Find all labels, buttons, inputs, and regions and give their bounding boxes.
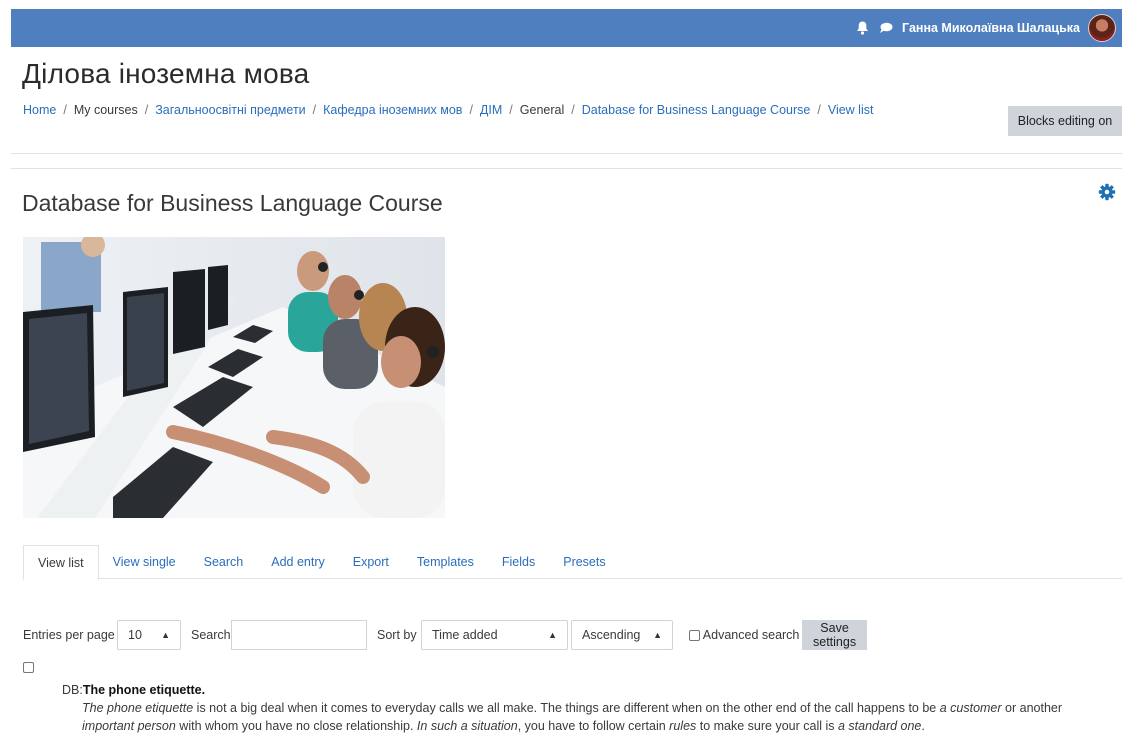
blocks-editing-button[interactable]: Blocks editing on — [1008, 106, 1122, 136]
search-input[interactable] — [231, 620, 367, 650]
chat-icon[interactable] — [878, 20, 894, 36]
entry-select-checkbox[interactable] — [23, 662, 34, 673]
tab-bar: View list View single Search Add entry Expor… — [23, 545, 1122, 580]
tab-add-entry[interactable]: Add entry — [257, 545, 339, 579]
entry-text-segment: with whom you have no close relationship… — [175, 719, 417, 733]
advanced-search-label: Advanced search — [702, 628, 800, 642]
chevron-updown-icon: ▲︎ — [653, 630, 662, 640]
tab-templates[interactable]: Templates — [403, 545, 488, 579]
tab-search[interactable]: Search — [190, 545, 258, 579]
avatar[interactable] — [1088, 14, 1116, 42]
entry-text-segment: The phone etiquette — [82, 701, 194, 715]
entry-text-segment: a customer — [939, 701, 1002, 715]
user-menu-area: Ганна Миколаївна Шалацька — [854, 13, 1116, 43]
breadcrumb-item[interactable]: ДІМ — [480, 103, 502, 117]
bell-icon[interactable] — [854, 20, 870, 36]
order-value: Ascending — [582, 628, 641, 642]
chevron-updown-icon: ▲︎ — [161, 630, 170, 640]
breadcrumb-item[interactable]: Database for Business Language Course — [582, 103, 811, 117]
tab-view-single[interactable]: View single — [99, 545, 190, 579]
save-settings-button[interactable]: Save settings — [802, 620, 868, 650]
search-label: Search — [191, 628, 231, 642]
breadcrumb-item[interactable]: View list — [828, 103, 874, 117]
tab-view-list[interactable]: View list — [23, 545, 99, 580]
entries-per-page-select[interactable]: 10 ▲︎ — [117, 620, 181, 650]
entry-text-segment: , you have to follow certain — [517, 719, 670, 733]
entry-content: The phone etiquette is not a big deal wh… — [62, 699, 1102, 733]
entry-text-segment: rules — [669, 719, 697, 733]
entry-text-segment: important person — [82, 719, 176, 733]
entry-text-segment: In such a situation — [416, 719, 518, 733]
tab-fields[interactable]: Fields — [488, 545, 549, 579]
sort-by-select[interactable]: Time added ▲︎ — [421, 620, 568, 650]
divider — [11, 153, 1122, 154]
entry-text-segment: or another — [1001, 701, 1063, 715]
breadcrumb-separator: / — [509, 103, 513, 117]
entries-per-page-value: 10 — [128, 628, 142, 642]
entry-text-segment: . — [921, 719, 925, 733]
user-name[interactable]: Ганна Миколаївна Шалацька — [902, 21, 1080, 35]
entry-title: The phone etiquette. — [82, 683, 206, 697]
breadcrumb: Home / My courses / Загальноосвітні предмети… — [23, 103, 873, 117]
breadcrumb-separator: / — [469, 103, 473, 117]
entries-per-page-label: Entries per page — [23, 628, 115, 642]
tab-presets[interactable]: Presets — [549, 545, 619, 579]
entry-text-segment: is not a big deal when it comes to every… — [193, 701, 940, 715]
breadcrumb-separator: / — [571, 103, 575, 117]
breadcrumb-separator: / — [817, 103, 821, 117]
entry-text-segment: to make sure your call is — [696, 719, 838, 733]
breadcrumb-item[interactable]: Кафедра іноземних мов — [323, 103, 462, 117]
gear-icon[interactable] — [1098, 183, 1116, 201]
order-select[interactable]: Ascending ▲︎ — [571, 620, 673, 650]
sort-by-label: Sort by — [377, 628, 417, 642]
breadcrumb-item[interactable]: Home — [23, 103, 56, 117]
divider — [11, 168, 1122, 169]
entry-db-prefix: DB: — [62, 683, 83, 697]
breadcrumb-separator: / — [312, 103, 317, 117]
breadcrumb-item[interactable]: Загальноосвітні предмети — [155, 103, 305, 117]
advanced-search-option[interactable]: Advanced search — [689, 620, 799, 650]
list-item: DB:The phone etiquette. The phone etique… — [62, 681, 1102, 733]
top-navbar: Ганна Миколаївна Шалацька — [11, 9, 1122, 47]
chevron-updown-icon: ▲︎ — [548, 630, 557, 640]
breadcrumb-separator: / — [63, 103, 67, 117]
course-title: Ділова іноземна мова — [22, 58, 310, 89]
entry-text-segment: a standard one — [837, 719, 922, 733]
breadcrumb-item: My courses — [73, 103, 138, 117]
advanced-search-checkbox[interactable] — [689, 630, 700, 642]
tab-export[interactable]: Export — [339, 545, 403, 579]
database-title: Database for Business Language Course — [22, 190, 443, 216]
breadcrumb-item: General — [519, 103, 565, 117]
course-image — [23, 237, 445, 518]
sort-by-value: Time added — [432, 628, 498, 642]
breadcrumb-separator: / — [144, 103, 149, 117]
